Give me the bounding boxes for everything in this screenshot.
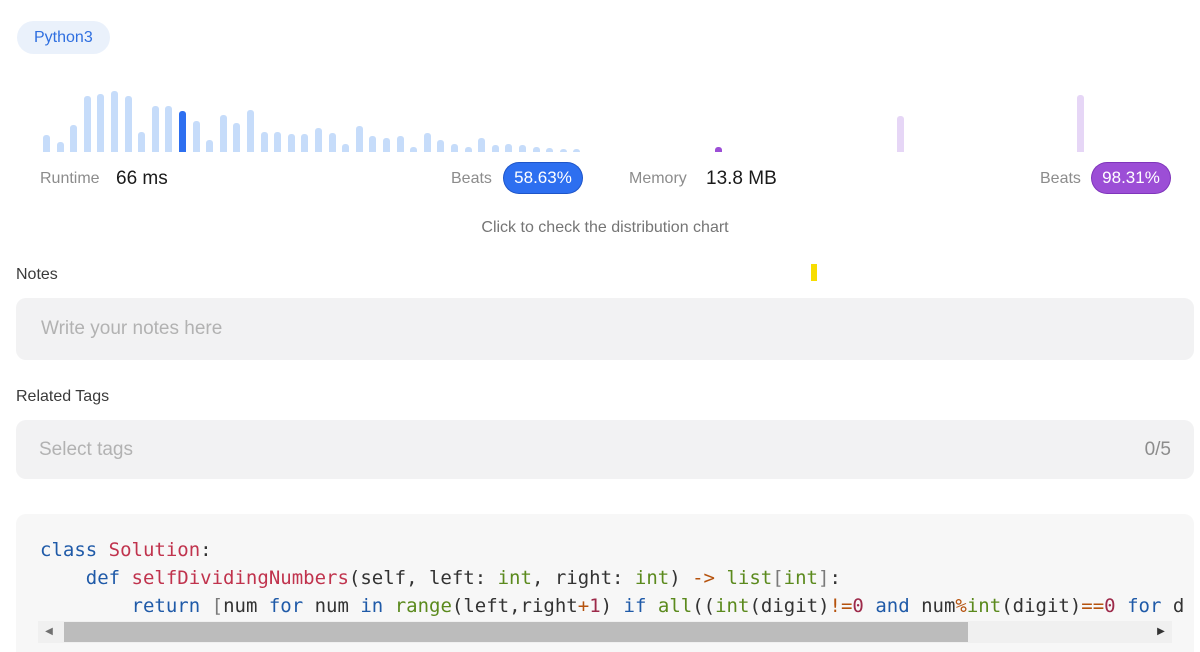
scroll-left-arrow-icon[interactable]: ◀ bbox=[38, 621, 60, 643]
runtime-bar bbox=[410, 146, 418, 152]
memory-bar bbox=[1077, 94, 1084, 152]
runtime-bar bbox=[519, 145, 526, 152]
tags-select[interactable]: Select tags 0/5 bbox=[16, 420, 1194, 479]
memory-bar bbox=[715, 147, 722, 152]
runtime-bar bbox=[573, 148, 581, 152]
runtime-bar bbox=[478, 138, 486, 152]
related-tags-title: Related Tags bbox=[16, 388, 110, 405]
runtime-bar bbox=[315, 128, 322, 152]
runtime-bar bbox=[206, 139, 214, 152]
runtime-bar bbox=[192, 120, 200, 152]
runtime-beats-label: Beats bbox=[451, 170, 492, 187]
runtime-bar bbox=[546, 147, 554, 152]
runtime-bar bbox=[451, 143, 458, 152]
cursor-marker bbox=[811, 264, 817, 281]
runtime-bar bbox=[369, 135, 377, 152]
runtime-bar bbox=[301, 133, 309, 152]
code-line-3: return [num for num in range(left,right+… bbox=[131, 595, 1185, 617]
runtime-bar bbox=[247, 109, 254, 152]
code-line-1: class Solution: bbox=[40, 539, 212, 561]
memory-bar bbox=[897, 115, 904, 152]
code-text: class Solution: def selfDividingNumbers(… bbox=[40, 536, 1184, 620]
memory-beats-label: Beats bbox=[1040, 170, 1081, 187]
runtime-bar bbox=[260, 131, 268, 152]
memory-value: 13.8 MB bbox=[706, 168, 777, 189]
runtime-bar bbox=[70, 124, 78, 152]
runtime-bar bbox=[328, 132, 336, 152]
runtime-bar bbox=[491, 145, 499, 152]
runtime-bar bbox=[179, 111, 186, 152]
language-tag[interactable]: Python3 bbox=[17, 21, 110, 54]
runtime-bar bbox=[559, 148, 567, 152]
runtime-bar bbox=[138, 131, 146, 152]
runtime-bar bbox=[97, 93, 105, 152]
runtime-bar bbox=[274, 131, 282, 152]
runtime-label: Runtime bbox=[40, 170, 100, 187]
code-line-2: def selfDividingNumbers(self, left: int,… bbox=[85, 567, 841, 589]
runtime-bar bbox=[532, 146, 540, 152]
distribution-chart-hint[interactable]: Click to check the distribution chart bbox=[0, 219, 1200, 237]
tags-count: 0/5 bbox=[1144, 439, 1171, 460]
scrollbar-thumb[interactable] bbox=[64, 622, 968, 642]
runtime-bar bbox=[396, 135, 404, 152]
runtime-bar bbox=[219, 114, 227, 152]
runtime-bar bbox=[423, 132, 431, 152]
runtime-bar bbox=[464, 146, 472, 152]
notes-input[interactable] bbox=[16, 298, 1194, 360]
tags-placeholder: Select tags bbox=[39, 439, 133, 460]
distribution-chart[interactable] bbox=[40, 84, 1190, 152]
runtime-bar bbox=[165, 105, 173, 152]
runtime-bar bbox=[83, 96, 91, 152]
runtime-bar bbox=[124, 96, 132, 152]
memory-label: Memory bbox=[629, 170, 687, 187]
runtime-bar bbox=[383, 138, 390, 152]
runtime-value: 66 ms bbox=[116, 168, 168, 189]
horizontal-scrollbar[interactable]: ◀ ▶ bbox=[38, 621, 1172, 643]
runtime-bar bbox=[505, 143, 513, 152]
runtime-bar bbox=[56, 141, 64, 152]
runtime-bar bbox=[437, 140, 445, 152]
runtime-bar bbox=[287, 133, 295, 152]
runtime-bar bbox=[355, 126, 363, 152]
runtime-bar bbox=[342, 143, 350, 152]
runtime-beats-badge: 58.63% bbox=[504, 163, 582, 193]
runtime-bar bbox=[151, 105, 159, 152]
scroll-right-arrow-icon[interactable]: ▶ bbox=[1150, 621, 1172, 643]
memory-beats-badge: 98.31% bbox=[1092, 163, 1170, 193]
notes-title: Notes bbox=[16, 266, 58, 283]
runtime-bar bbox=[233, 123, 241, 152]
runtime-bar bbox=[111, 90, 118, 152]
runtime-bar bbox=[43, 135, 50, 152]
